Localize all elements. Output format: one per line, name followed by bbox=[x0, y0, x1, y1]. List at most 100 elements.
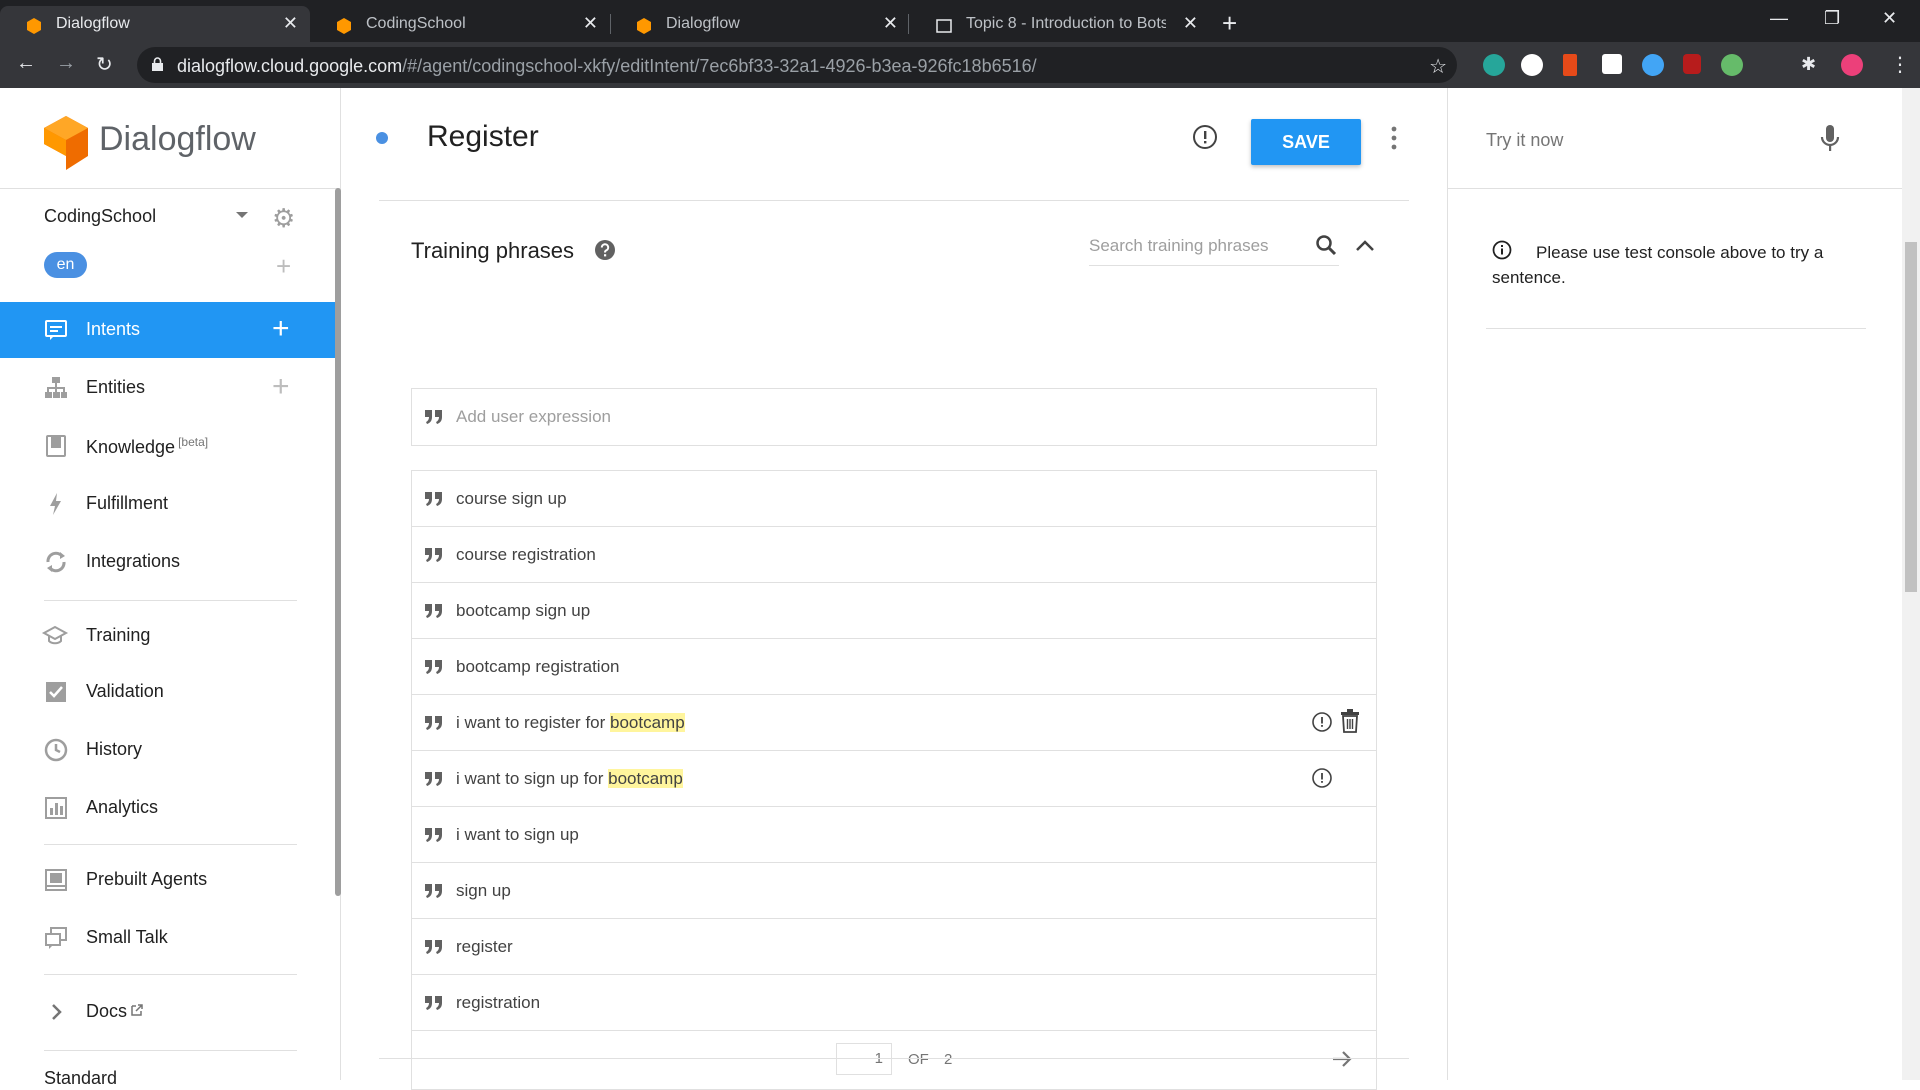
sidebar-item-label: Integrations bbox=[86, 551, 181, 571]
training-phrase-row[interactable]: sign up bbox=[412, 863, 1376, 919]
add-entity-plus-icon[interactable]: + bbox=[272, 370, 290, 404]
close-tab-icon[interactable]: ✕ bbox=[283, 13, 298, 34]
extension-red-icon[interactable] bbox=[1563, 54, 1577, 76]
extension-v-icon[interactable] bbox=[1521, 54, 1543, 76]
chevron-up-icon[interactable] bbox=[1353, 234, 1377, 258]
sidebar-item-intents[interactable]: Intents + bbox=[0, 302, 335, 358]
restore-window-icon[interactable]: ❐ bbox=[1824, 8, 1840, 29]
address-bar[interactable]: dialogflow.cloud.google.com/#/agent/codi… bbox=[137, 47, 1457, 83]
phrase-text[interactable]: registration bbox=[456, 993, 540, 1013]
training-phrase-row[interactable]: i want to sign up bbox=[412, 807, 1376, 863]
warning-icon[interactable] bbox=[1192, 124, 1218, 150]
bar-chart-icon bbox=[45, 797, 67, 819]
agent-selector[interactable]: CodingSchool bbox=[44, 206, 156, 227]
reload-icon[interactable]: ↻ bbox=[96, 52, 113, 77]
warning-icon[interactable] bbox=[1311, 711, 1333, 733]
training-phrase-row[interactable]: registration bbox=[412, 975, 1376, 1031]
tab-title: CodingSchool bbox=[366, 15, 466, 32]
training-phrase-row[interactable]: i want to register for bootcamp bbox=[412, 695, 1376, 751]
graduation-cap-icon bbox=[41, 625, 69, 645]
add-expression-input[interactable] bbox=[456, 407, 1336, 427]
training-phrase-row[interactable]: course registration bbox=[412, 527, 1376, 583]
more-vert-icon[interactable] bbox=[1391, 126, 1397, 150]
minimize-window-icon[interactable]: — bbox=[1770, 8, 1788, 29]
search-training-phrases bbox=[1089, 228, 1339, 266]
training-phrase-row[interactable]: bootcamp registration bbox=[412, 639, 1376, 695]
forward-arrow-icon[interactable]: → bbox=[56, 52, 76, 75]
training-phrase-row[interactable]: register bbox=[412, 919, 1376, 975]
browser-tab-topic8[interactable]: Topic 8 - Introduction to Bots – S ✕ bbox=[910, 6, 1210, 42]
phrase-text[interactable]: i want to register for bootcamp bbox=[456, 713, 685, 733]
page-scrollbar-thumb[interactable] bbox=[1905, 242, 1917, 592]
bookmark-star-icon[interactable]: ☆ bbox=[1429, 54, 1447, 79]
try-it-now-input[interactable] bbox=[1486, 130, 1786, 151]
sidebar-item-integrations[interactable]: Integrations bbox=[0, 534, 335, 590]
trash-icon[interactable] bbox=[1340, 709, 1360, 733]
sidebar-item-fulfillment[interactable]: Fulfillment bbox=[0, 476, 335, 532]
save-button[interactable]: SAVE bbox=[1251, 119, 1361, 165]
caret-down-icon[interactable] bbox=[236, 212, 248, 218]
close-tab-icon[interactable]: ✕ bbox=[883, 13, 898, 34]
close-tab-icon[interactable]: ✕ bbox=[583, 13, 598, 34]
search-input[interactable] bbox=[1089, 236, 1299, 256]
arrow-right-icon[interactable] bbox=[1330, 1047, 1354, 1071]
extension-blue-icon[interactable] bbox=[1642, 54, 1664, 76]
phrase-text[interactable]: i want to sign up for bootcamp bbox=[456, 769, 683, 789]
back-arrow-icon[interactable]: ← bbox=[16, 52, 36, 75]
new-tab-plus-icon[interactable]: + bbox=[1222, 8, 1237, 39]
gear-icon[interactable]: ⚙ bbox=[272, 203, 295, 234]
training-phrase-row[interactable]: i want to sign up for bootcamp bbox=[412, 751, 1376, 807]
training-phrase-row[interactable]: bootcamp sign up bbox=[412, 583, 1376, 639]
language-badge[interactable]: en bbox=[44, 252, 87, 278]
browser-tab-codingschool[interactable]: CodingSchool ✕ bbox=[310, 6, 610, 42]
microphone-icon[interactable] bbox=[1820, 124, 1840, 154]
add-intent-plus-icon[interactable]: + bbox=[272, 312, 290, 346]
page-number-input[interactable]: 1 bbox=[836, 1043, 892, 1075]
sidebar-item-knowledge[interactable]: Knowledge [beta] bbox=[0, 418, 335, 474]
phrase-text[interactable]: sign up bbox=[456, 881, 511, 901]
sidebar-item-training[interactable]: Training bbox=[0, 608, 335, 664]
training-phrase-row[interactable]: course sign up bbox=[412, 471, 1376, 527]
quote-icon bbox=[425, 996, 442, 1010]
intent-name[interactable]: Register bbox=[427, 120, 539, 154]
quote-icon bbox=[425, 492, 442, 506]
phrase-plain-text: i want to register for bbox=[456, 713, 611, 732]
close-window-icon[interactable]: ✕ bbox=[1882, 8, 1897, 29]
add-language-plus-icon[interactable]: + bbox=[276, 251, 291, 282]
sidebar-item-docs[interactable]: Docs bbox=[0, 984, 335, 1040]
sidebar-item-validation[interactable]: Validation bbox=[0, 664, 335, 720]
search-icon[interactable] bbox=[1315, 234, 1337, 256]
browser-tab-dialogflow-2[interactable]: Dialogflow ✕ bbox=[610, 6, 910, 42]
sidebar-item-small-talk[interactable]: Small Talk bbox=[0, 910, 335, 966]
sidebar-divider bbox=[44, 844, 297, 845]
extensions-puzzle-icon[interactable]: ✱ bbox=[1801, 54, 1823, 76]
phrase-text[interactable]: register bbox=[456, 937, 513, 957]
entity-annotation[interactable]: bootcamp bbox=[608, 769, 683, 788]
sidebar-item-label: Entities bbox=[86, 377, 146, 397]
close-tab-icon[interactable]: ✕ bbox=[1183, 13, 1198, 34]
profile-avatar[interactable] bbox=[1841, 54, 1863, 76]
extension-notion-icon[interactable] bbox=[1602, 54, 1622, 74]
phrase-plain-text: i want to sign up for bbox=[456, 769, 609, 788]
phrase-text[interactable]: bootcamp sign up bbox=[456, 601, 590, 621]
sidebar-item-label: Training bbox=[86, 625, 151, 645]
sidebar-item-history[interactable]: History bbox=[0, 722, 335, 778]
panel-divider bbox=[1486, 328, 1866, 329]
sidebar-item-label: Validation bbox=[86, 681, 164, 701]
warning-icon[interactable] bbox=[1311, 767, 1333, 789]
extension-green-icon[interactable] bbox=[1721, 54, 1743, 76]
sidebar-item-entities[interactable]: Entities + bbox=[0, 360, 335, 416]
extension-ublock-icon[interactable] bbox=[1683, 54, 1701, 74]
sidebar-item-prebuilt-agents[interactable]: Prebuilt Agents bbox=[0, 852, 335, 908]
entity-annotation[interactable]: bootcamp bbox=[610, 713, 685, 732]
phrase-text[interactable]: bootcamp registration bbox=[456, 657, 619, 677]
browser-tab-dialogflow[interactable]: Dialogflow ✕ bbox=[0, 6, 310, 42]
phrase-text[interactable]: course sign up bbox=[456, 489, 567, 509]
phrase-text[interactable]: course registration bbox=[456, 545, 596, 565]
browser-menu-icon[interactable]: ⋮ bbox=[1890, 52, 1910, 77]
help-icon[interactable] bbox=[594, 239, 616, 261]
phrase-text[interactable]: i want to sign up bbox=[456, 825, 579, 845]
sidebar-item-analytics[interactable]: Analytics bbox=[0, 780, 335, 836]
extension-m-icon[interactable] bbox=[1483, 54, 1505, 76]
sidebar: Dialogflow CodingSchool ⚙ en + Intents +… bbox=[0, 88, 341, 1088]
